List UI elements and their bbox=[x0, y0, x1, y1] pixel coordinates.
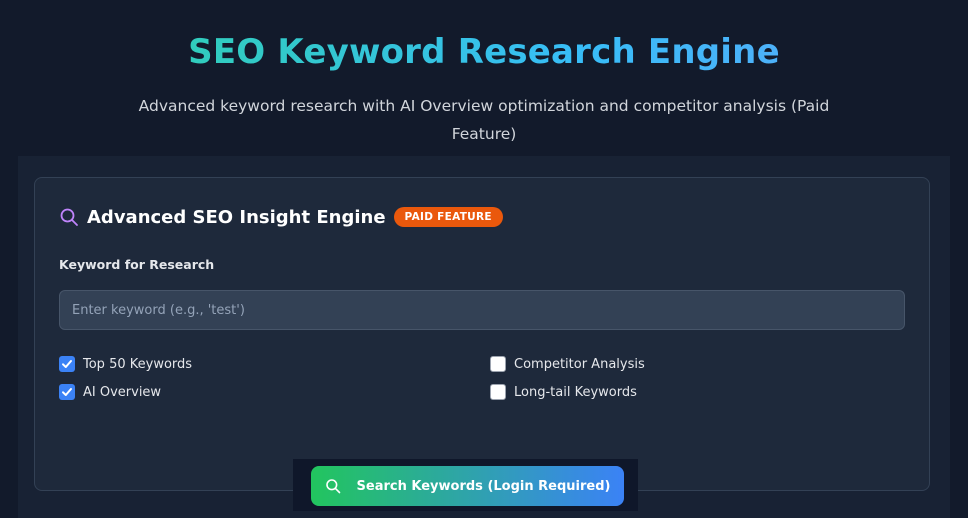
option-competitor-analysis[interactable]: Competitor Analysis bbox=[490, 355, 645, 373]
page-title: SEO Keyword Research Engine bbox=[0, 32, 968, 72]
ai-overview-label: AI Overview bbox=[83, 384, 162, 400]
option-long-tail-keywords[interactable]: Long-tail Keywords bbox=[490, 383, 637, 401]
keyword-label: Keyword for Research bbox=[59, 257, 215, 272]
search-keywords-button[interactable]: Search Keywords (Login Required) bbox=[311, 466, 624, 506]
competitor-analysis-checkbox[interactable] bbox=[490, 356, 506, 372]
page-subtitle: Advanced keyword research with AI Overvi… bbox=[138, 97, 830, 143]
option-ai-overview[interactable]: AI Overview bbox=[59, 383, 161, 401]
search-keywords-button-label: Search Keywords (Login Required) bbox=[356, 478, 611, 494]
search-icon bbox=[325, 478, 341, 494]
keyword-input[interactable] bbox=[59, 290, 905, 330]
competitor-analysis-label: Competitor Analysis bbox=[514, 356, 645, 372]
long-tail-keywords-checkbox[interactable] bbox=[490, 384, 506, 400]
ai-overview-checkbox[interactable] bbox=[59, 384, 75, 400]
card-header: Advanced SEO Insight Engine PAID FEATURE bbox=[59, 204, 503, 230]
page: SEO Keyword Research Engine Advanced key… bbox=[0, 0, 968, 518]
card-title: Advanced SEO Insight Engine bbox=[87, 206, 386, 228]
option-top-50-keywords[interactable]: Top 50 Keywords bbox=[59, 355, 192, 373]
top-50-keywords-checkbox[interactable] bbox=[59, 356, 75, 372]
search-icon bbox=[59, 207, 79, 227]
top-50-keywords-label: Top 50 Keywords bbox=[83, 356, 193, 372]
paid-feature-badge: PAID FEATURE bbox=[393, 207, 503, 227]
long-tail-keywords-label: Long-tail Keywords bbox=[514, 384, 637, 400]
